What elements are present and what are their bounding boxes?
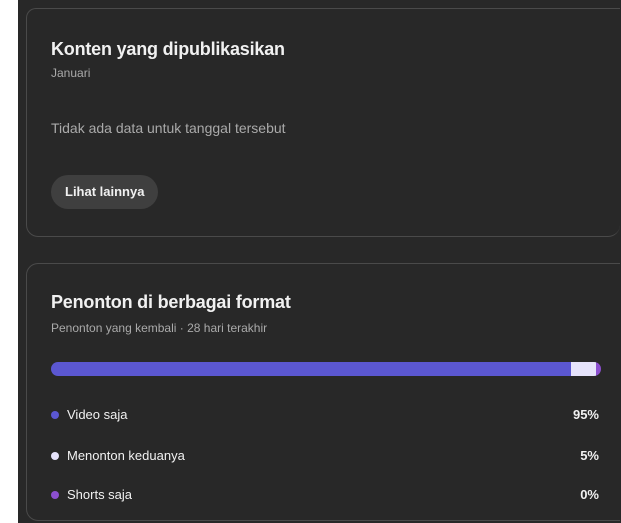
bar-segment-video-only[interactable]	[51, 362, 571, 376]
card-subtitle: Januari	[51, 66, 91, 80]
legend-value: 5%	[580, 448, 599, 463]
bar-segment-shorts-only[interactable]	[595, 362, 601, 376]
legend-label: Menonton keduanya	[67, 448, 185, 463]
legend-dot-icon	[51, 452, 59, 460]
see-more-button[interactable]: Lihat lainnya	[51, 175, 159, 209]
card-subtitle: Penonton yang kembali · 28 hari terakhir	[51, 321, 268, 335]
empty-state-message: Tidak ada data untuk tanggal tersebut	[51, 120, 286, 136]
card-title: Penonton di berbagai format	[51, 292, 291, 312]
card-title: Konten yang dipublikasikan	[51, 39, 285, 59]
format-share-bar[interactable]	[51, 362, 601, 376]
legend-row-video-only: Video saja 95%	[51, 406, 599, 424]
legend-value: 95%	[572, 407, 599, 422]
legend-label: Video saja	[67, 407, 128, 422]
legend-value: 0%	[580, 487, 599, 502]
bar-segment-both[interactable]	[570, 362, 596, 376]
legend-row-shorts-only: Shorts saja 0%	[51, 486, 599, 504]
legend-dot-icon	[51, 411, 59, 419]
legend-row-both: Menonton keduanya 5%	[51, 447, 599, 465]
viewers-across-formats-card: Penonton di berbagai format Penonton yan…	[26, 263, 620, 521]
legend-label: Shorts saja	[67, 487, 133, 502]
published-content-card: Konten yang dipublikasikan Januari Tidak…	[26, 8, 620, 237]
legend-dot-icon	[51, 491, 59, 499]
